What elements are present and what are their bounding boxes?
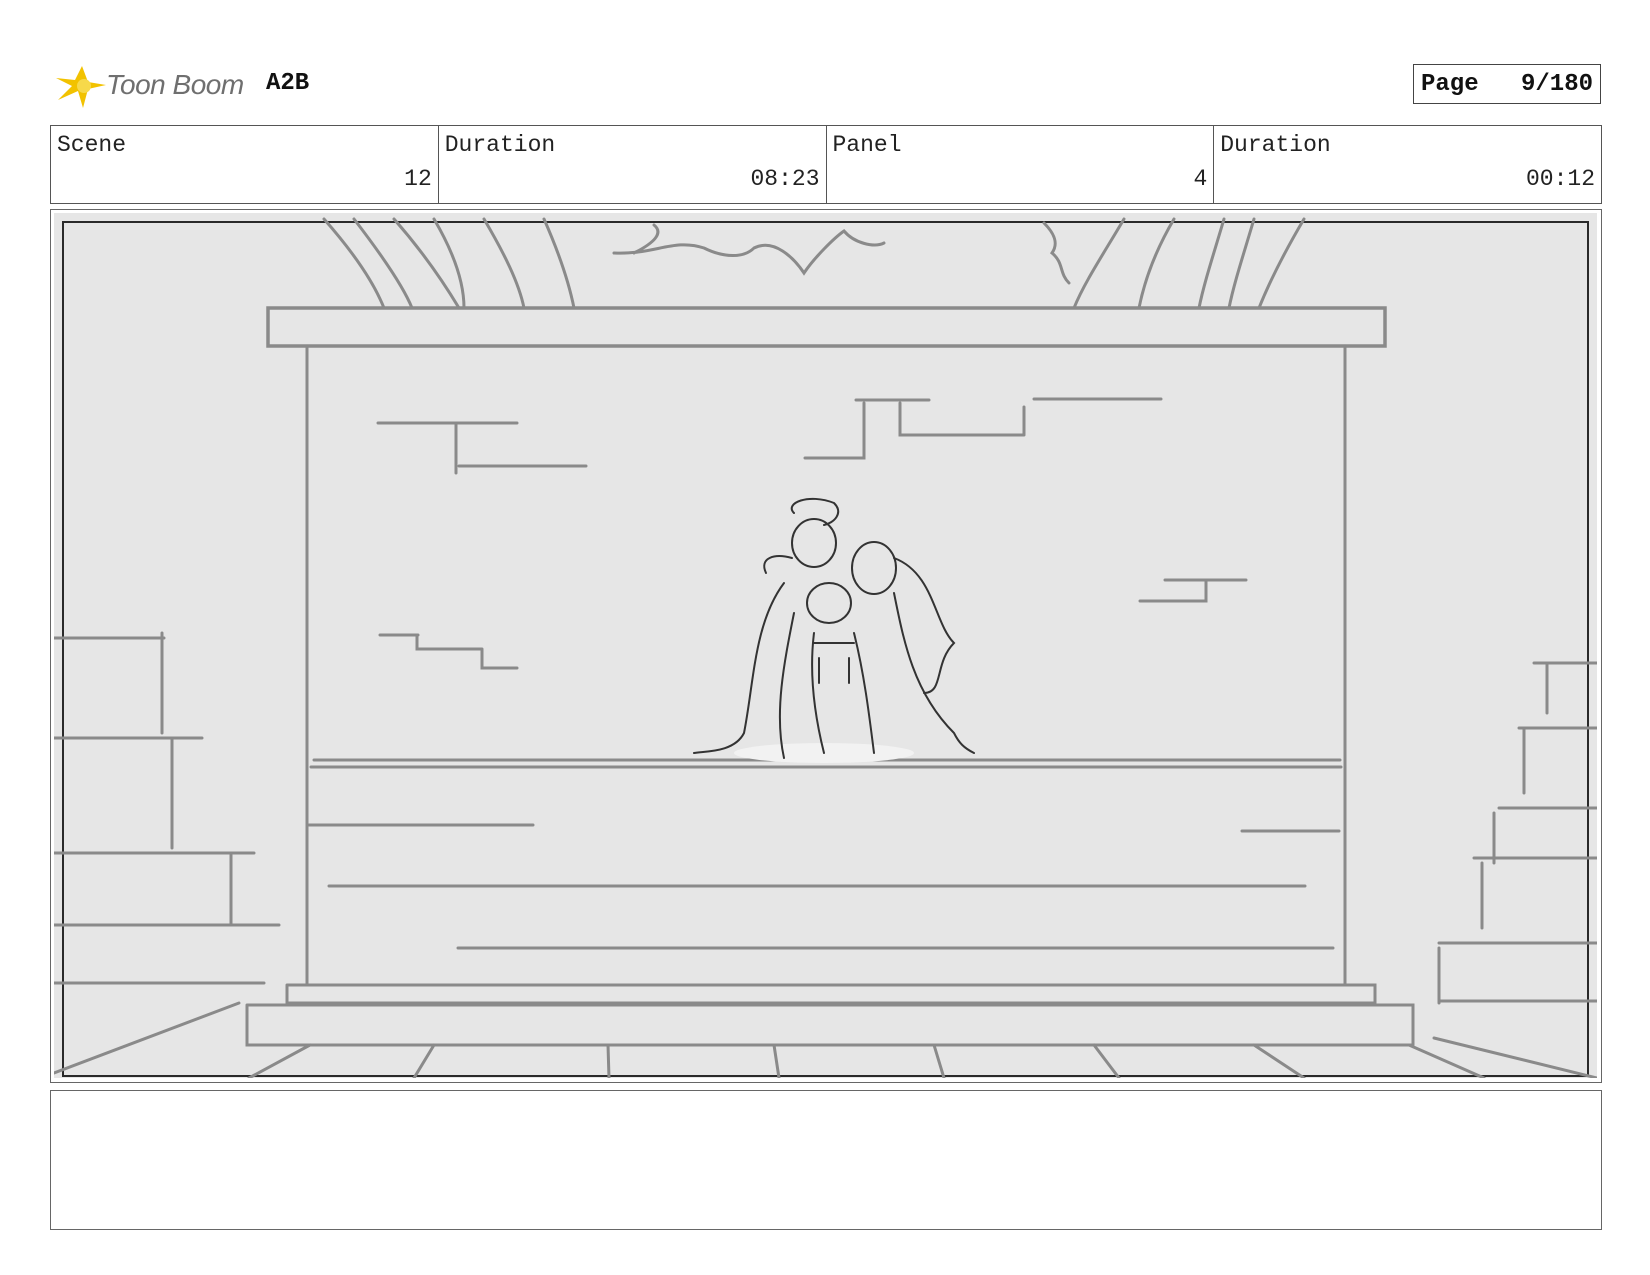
panel-cell: Panel 4 — [827, 126, 1215, 203]
panel-label: Panel — [832, 132, 902, 158]
panel-duration-label: Duration — [1220, 132, 1331, 158]
scene-duration-value: 08:23 — [750, 166, 820, 192]
scene-value: 12 — [404, 166, 432, 192]
panel-value: 4 — [1193, 166, 1208, 192]
panel-duration-cell: Duration 00:12 — [1214, 126, 1601, 203]
scene-duration-label: Duration — [444, 132, 556, 158]
page-indicator: Page 9/180 — [1413, 64, 1601, 104]
toon-boom-logo: Toon Boom — [54, 58, 244, 112]
scene-info-table: Scene 12 Duration 08:23 Panel 4 Duration… — [50, 125, 1602, 204]
scene-duration-cell: Duration 08:23 — [439, 126, 827, 203]
page-label: Page — [1421, 70, 1479, 98]
panel-duration-value: 00:12 — [1525, 166, 1595, 192]
logo-wordmark: Toon Boom — [106, 69, 244, 100]
scene-label: Scene — [57, 132, 127, 158]
panel-notes-box — [50, 1090, 1602, 1230]
stage-sketch-image — [54, 213, 1597, 1078]
sparkle-logo-icon — [56, 66, 106, 108]
storyboard-panel — [50, 209, 1602, 1083]
project-code: A2B — [266, 70, 310, 97]
page-value: 9/180 — [1520, 70, 1593, 98]
scene-cell: Scene 12 — [51, 126, 439, 203]
